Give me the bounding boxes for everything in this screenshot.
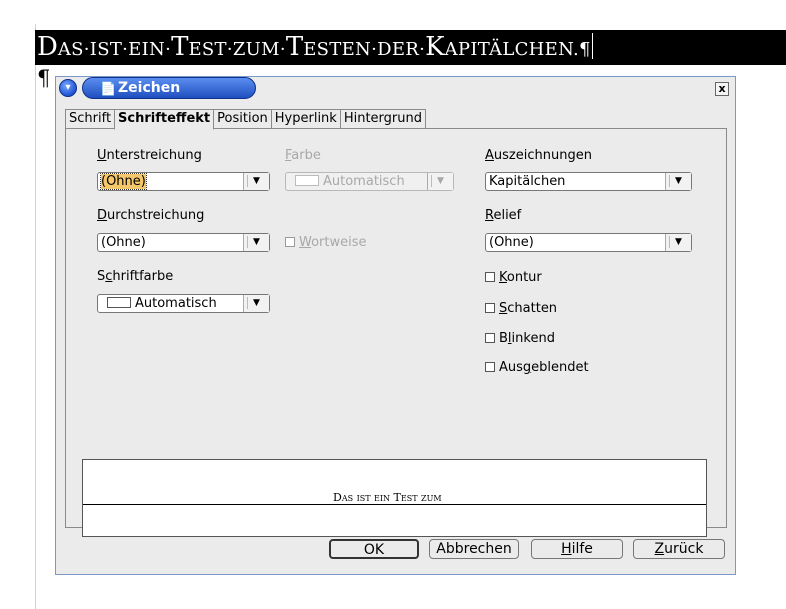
relief-label: Relief [485, 208, 522, 223]
strikethrough-value: (Ohne) [101, 235, 146, 250]
chevron-down-icon[interactable]: ▼ [427, 173, 453, 190]
tab-bar: Schrift Schrifteffekt Position Hyperlink… [65, 109, 426, 130]
relief-select[interactable]: (Ohne) ▼ [485, 233, 692, 252]
chevron-down-icon[interactable]: ▼ [243, 295, 269, 312]
heading-part: T [285, 32, 304, 62]
checkbox-box[interactable] [485, 303, 495, 313]
heading-part: T [171, 32, 189, 62]
tab-schrifteffekt[interactable]: Schrifteffekt [114, 109, 215, 130]
strikethrough-select[interactable]: (Ohne) ▼ [97, 233, 270, 252]
color-swatch [295, 175, 319, 186]
underline-select[interactable]: (Ohne) ▼ [97, 172, 270, 191]
font-effects-panel: Unterstreichung (Ohne) ▼ Farbe Automatis… [65, 128, 727, 537]
chevron-down-icon[interactable]: ▼ [243, 173, 269, 190]
blinking-checkbox[interactable]: Blinkend [485, 331, 555, 346]
ok-button[interactable]: OK [329, 539, 419, 559]
tab-hyperlink[interactable]: Hyperlink [270, 109, 341, 129]
tab-schrift[interactable]: Schrift [65, 109, 116, 129]
emphasis-select[interactable]: Kapitälchen ▼ [485, 172, 692, 191]
font-color-swatch [107, 297, 131, 308]
document-margin-line [35, 24, 36, 609]
heading-part: APITÄLCHEN.¶ [444, 39, 591, 60]
underline-label: Unterstreichung [97, 148, 202, 163]
underline-value: (Ohne) [100, 173, 147, 190]
checkbox-box[interactable] [485, 272, 495, 282]
font-color-select[interactable]: Automatisch ▼ [97, 294, 270, 313]
heading-part: K [425, 32, 445, 62]
checkbox-box[interactable] [285, 237, 295, 247]
heading-part: AS·IST·EIN· [57, 39, 172, 60]
cancel-button[interactable]: Abbrechen [429, 539, 519, 559]
hidden-checkbox[interactable]: Ausgeblendet [485, 360, 589, 375]
shadow-checkbox[interactable]: Schatten [485, 301, 557, 316]
reset-button[interactable]: Zurück [633, 539, 725, 559]
emphasis-label: Auszeichnungen [485, 148, 592, 163]
paragraph-mark: ¶ [37, 66, 51, 90]
preview-box: Das ist ein Test zum [82, 459, 707, 537]
color-label: Farbe [285, 148, 321, 163]
dialog-titlebar[interactable]: ▾ 📄 Zeichen x [56, 77, 735, 101]
preview-text: Das ist ein Test zum [333, 491, 442, 504]
tab-hintergrund[interactable]: Hintergrund [339, 109, 426, 129]
document-heading[interactable]: DAS·IST·EIN·TEST·ZUM·TESTEN·DER·KAPITÄLC… [35, 30, 786, 65]
dialog-title-pill: 📄 Zeichen [82, 77, 256, 99]
color-select[interactable]: Automatisch ▼ [285, 172, 454, 191]
word-by-word-checkbox[interactable]: Wortweise [285, 235, 367, 250]
relief-value: (Ohne) [489, 235, 534, 250]
heading-part: D [37, 32, 58, 62]
color-value: Automatisch [323, 174, 405, 189]
help-button[interactable]: Hilfe [531, 539, 623, 559]
emphasis-value: Kapitälchen [489, 174, 566, 189]
checkbox-box[interactable] [485, 362, 495, 372]
document-icon: 📄 [100, 82, 117, 97]
text-cursor [591, 33, 593, 59]
font-color-label: Schriftfarbe [97, 269, 174, 284]
heading-part: ESTEN·DER· [303, 39, 426, 60]
preview-baseline [83, 504, 706, 505]
checkbox-box[interactable] [485, 333, 495, 343]
chevron-down-icon[interactable]: ▼ [665, 173, 691, 190]
font-color-value: Automatisch [135, 296, 217, 311]
chevron-down-icon[interactable]: ▼ [243, 234, 269, 251]
outline-checkbox[interactable]: Kontur [485, 270, 542, 285]
strikethrough-label: Durchstreichung [97, 208, 205, 223]
chevron-down-icon[interactable]: ▼ [665, 234, 691, 251]
window-menu-icon[interactable]: ▾ [59, 79, 77, 97]
heading-part: EST·ZUM· [188, 39, 286, 60]
dialog-title: Zeichen [118, 80, 181, 96]
tab-position[interactable]: Position [213, 109, 272, 129]
close-icon[interactable]: x [715, 82, 729, 96]
character-dialog: ▾ 📄 Zeichen x Schrift Schrifteffekt Posi… [55, 76, 736, 575]
